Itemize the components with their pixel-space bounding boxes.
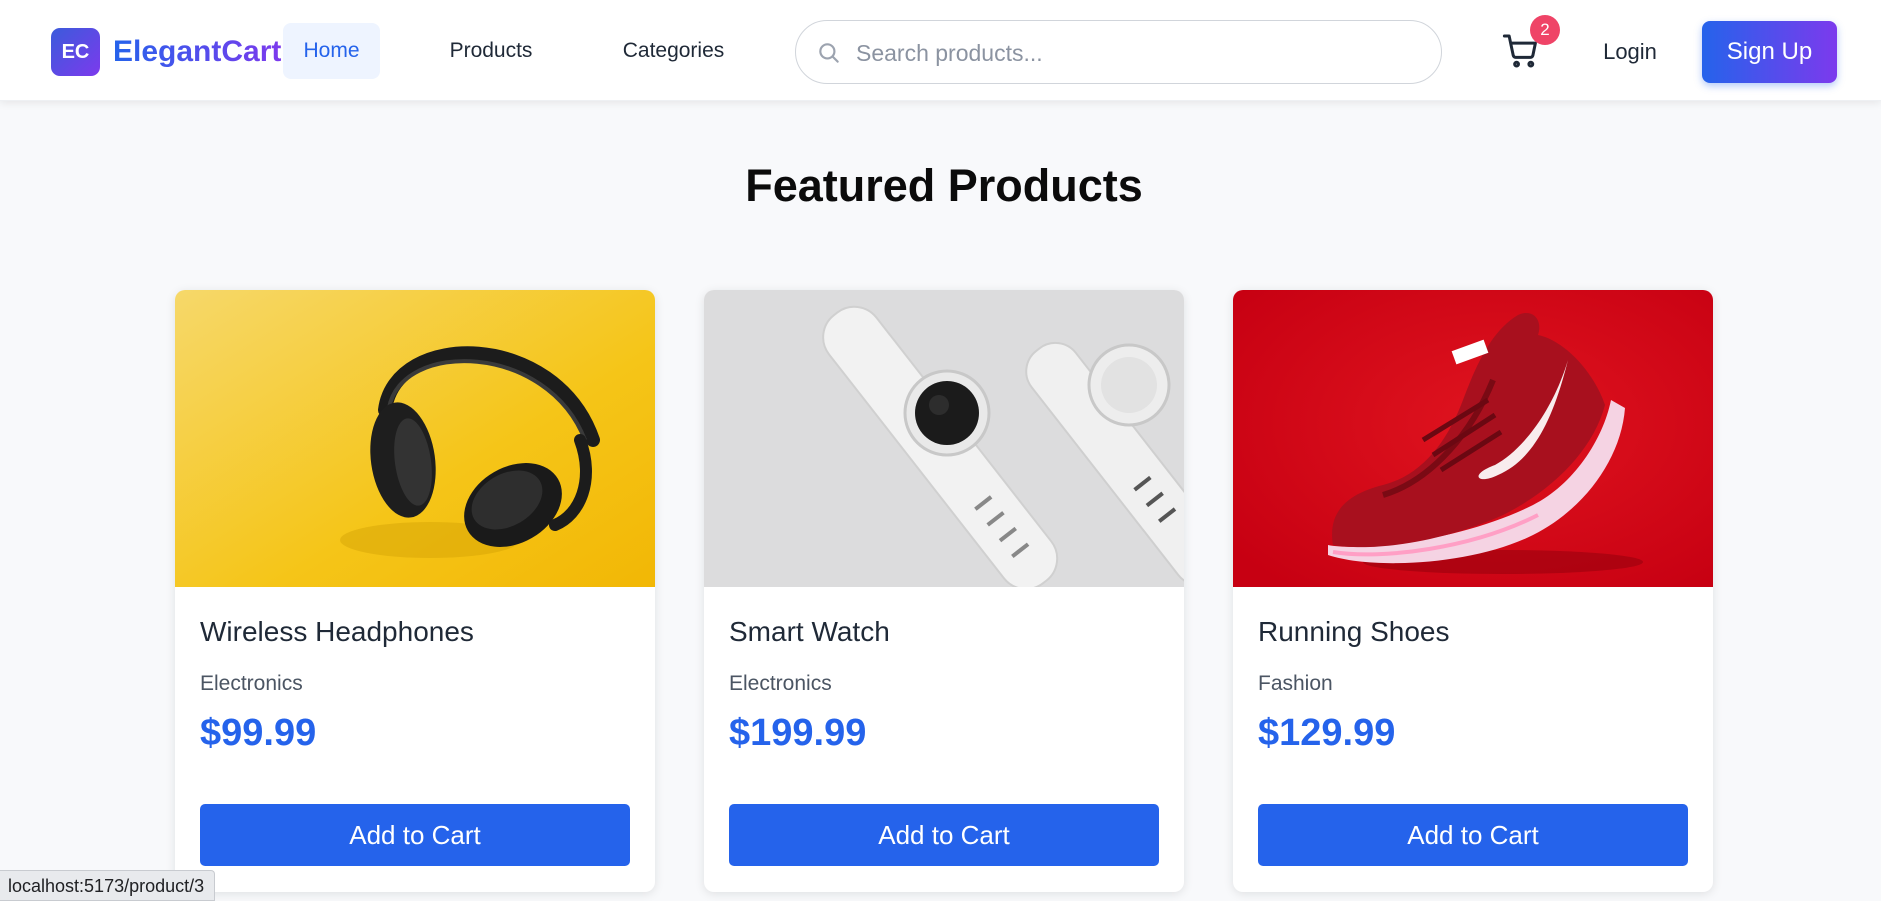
nav-categories-link[interactable]: Categories: [602, 23, 745, 79]
product-category: Electronics: [729, 672, 832, 695]
running-shoe-illustration: [1233, 290, 1713, 587]
logo-initials: EC: [61, 40, 90, 63]
headphones-illustration: [175, 290, 655, 587]
product-name[interactable]: Smart Watch: [729, 616, 890, 648]
product-image-smart-watch[interactable]: [704, 290, 1184, 587]
add-to-cart-button[interactable]: Add to Cart: [200, 804, 630, 866]
search-box: [795, 20, 1442, 84]
product-card[interactable]: Wireless Headphones Electronics $99.99 A…: [175, 290, 655, 892]
product-image-headphones[interactable]: [175, 290, 655, 587]
nav-products-link[interactable]: Products: [430, 23, 552, 79]
product-category: Fashion: [1258, 672, 1333, 695]
product-price: $129.99: [1258, 712, 1396, 754]
product-price: $199.99: [729, 712, 867, 754]
cart-count-badge: 2: [1530, 15, 1560, 45]
product-card[interactable]: Running Shoes Fashion $129.99 Add to Car…: [1233, 290, 1713, 892]
logo-badge[interactable]: EC: [51, 28, 100, 76]
brand-name[interactable]: ElegantCart: [113, 32, 281, 72]
smart-watch-illustration: [704, 290, 1184, 587]
nav-home-link[interactable]: Home: [283, 23, 380, 79]
product-image-running-shoes[interactable]: [1233, 290, 1713, 587]
browser-status-url: localhost:5173/product/3: [0, 870, 216, 901]
add-to-cart-button[interactable]: Add to Cart: [729, 804, 1159, 866]
search-input[interactable]: [856, 31, 1416, 75]
add-to-cart-button[interactable]: Add to Cart: [1258, 804, 1688, 866]
product-price: $99.99: [200, 712, 317, 754]
signup-button[interactable]: Sign Up: [1702, 21, 1837, 83]
product-name[interactable]: Running Shoes: [1258, 616, 1449, 648]
product-category: Electronics: [200, 672, 303, 695]
product-name[interactable]: Wireless Headphones: [200, 616, 474, 648]
search-icon: [819, 43, 839, 63]
page-title: Featured Products: [745, 160, 1143, 211]
top-navbar: EC ElegantCart Home Products Categories …: [0, 0, 1881, 101]
login-link[interactable]: Login: [1590, 28, 1670, 76]
product-card[interactable]: Smart Watch Electronics $199.99 Add to C…: [704, 290, 1184, 892]
